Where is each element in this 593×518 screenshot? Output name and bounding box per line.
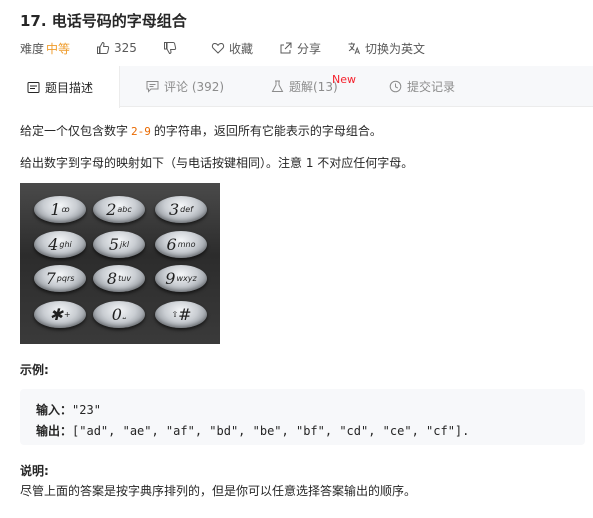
key-letters: mno xyxy=(177,240,196,249)
favorite-label: 收藏 xyxy=(228,41,253,56)
tab-solutions[interactable]: 题解(13) xyxy=(271,66,338,107)
key-letters: pqrs xyxy=(56,274,75,283)
key-digit: 8 xyxy=(106,269,118,288)
difficulty-label: 难度 xyxy=(20,41,45,56)
comment-icon xyxy=(146,81,159,93)
difficulty-value: 中等 xyxy=(46,41,71,56)
keypad-key: 9 wxyz xyxy=(155,265,207,292)
tab-description[interactable]: 题目描述 xyxy=(0,66,120,108)
keypad-key: 0 ⎵ xyxy=(93,301,145,328)
key-letters: ꝏ xyxy=(61,205,70,214)
example-output-line: 输出：["ad", "ae", "af", "bd", "be", "bf", … xyxy=(36,422,469,439)
key-digit: 1 xyxy=(50,200,61,219)
inline-code: 2-9 xyxy=(131,125,151,138)
description-text: 的字符串，返回所有它能表示的字母组合。 xyxy=(153,124,382,138)
key-digit: 6 xyxy=(166,235,177,254)
keypad-key: 3 def xyxy=(155,196,207,223)
switch-language-label: 切换为英文 xyxy=(364,41,425,56)
keypad-key: 1ꝏ xyxy=(34,196,86,223)
thumbs-up-icon xyxy=(97,41,110,54)
description-icon xyxy=(27,81,40,93)
input-label: 输入： xyxy=(36,403,73,417)
example-heading: 示例: xyxy=(20,363,49,377)
problem-header: 17. 电话号码的字母组合 难度 中等 325 收藏 分享 切换为英文 xyxy=(0,0,593,66)
input-value: "23" xyxy=(72,403,101,417)
description-text: 给定一个仅包含数字 xyxy=(20,124,129,138)
like-button[interactable]: 325 xyxy=(96,41,137,55)
key-digit: 4 xyxy=(48,235,59,254)
tab-label: 提交记录 xyxy=(407,80,456,94)
key-digit: 5 xyxy=(108,235,120,254)
keypad-key: 2 abc xyxy=(93,196,145,223)
tab-bar: 题目描述 评论 (392) 题解(13) 提交记录 xyxy=(0,66,593,108)
keypad-key: 4 ghi xyxy=(34,231,86,258)
key-letters: abc xyxy=(117,205,132,214)
tab-label: 评论 (392) xyxy=(164,80,225,94)
problem-title: 17. 电话号码的字母组合 xyxy=(20,12,187,30)
new-badge: New xyxy=(332,73,356,86)
key-digit: 0 xyxy=(111,305,122,324)
tab-comments[interactable]: 评论 (392) xyxy=(146,66,224,107)
share-button[interactable]: 分享 xyxy=(279,40,321,57)
keypad-key: ✱ + xyxy=(34,301,86,328)
like-count: 325 xyxy=(114,41,137,55)
key-letters: jkl xyxy=(120,240,130,249)
problem-meta-bar: 难度 中等 325 收藏 分享 切换为英文 xyxy=(20,40,425,56)
key-letters: wxyz xyxy=(176,274,197,283)
flask-icon xyxy=(271,80,284,92)
favorite-button[interactable]: 收藏 xyxy=(211,40,253,57)
output-label: 输出： xyxy=(36,424,73,438)
key-digit: 7 xyxy=(45,269,56,288)
key-letters: def xyxy=(180,205,193,214)
description-paragraph-2: 给出数字到字母的映射如下（与电话按键相同）。注意 1 不对应任何字母。 xyxy=(20,156,414,170)
description-paragraph-1: 给定一个仅包含数字 2-9 的字符串，返回所有它能表示的字母组合。 xyxy=(20,122,382,139)
heart-icon xyxy=(211,42,225,54)
key-letters: + xyxy=(63,310,71,319)
tab-submissions[interactable]: 提交记录 xyxy=(389,66,455,107)
keypad-key: 6 mno xyxy=(155,231,207,258)
keypad-key: 7 pqrs xyxy=(34,265,86,292)
key-digit: # xyxy=(178,305,192,324)
note-text: 尽管上面的答案是按字典序排列的，但是你可以任意选择答案输出的顺序。 xyxy=(20,484,417,498)
thumbs-down-icon xyxy=(163,42,177,55)
key-digit: 3 xyxy=(168,200,180,219)
example-input-line: 输入："23" xyxy=(36,401,101,418)
keypad-key: 5 jkl xyxy=(93,231,145,258)
key-digit: 9 xyxy=(165,269,176,288)
key-digit: 2 xyxy=(106,200,117,219)
key-letters: tuv xyxy=(118,274,132,283)
key-letters: ⇧ xyxy=(171,310,179,319)
key-letters: ⎵ xyxy=(122,309,127,319)
phone-keypad-image: 1ꝏ 2 abc 3 def 4 ghi 5 jkl 6 mno 7 pqrs 8 tuv 9… xyxy=(20,183,220,344)
tab-label: 题目描述 xyxy=(45,80,94,95)
key-digit: ✱ xyxy=(49,305,63,324)
example-code-block: 输入："23" 输出：["ad", "ae", "af", "bd", "be"… xyxy=(20,389,585,445)
keypad-key: ⇧ # xyxy=(155,301,207,328)
keypad-key: 8 tuv xyxy=(93,265,145,292)
tab-label: 题解(13) xyxy=(289,80,338,94)
clock-icon xyxy=(389,80,402,93)
switch-language-button[interactable]: 切换为英文 xyxy=(347,40,425,57)
share-icon xyxy=(280,42,292,54)
key-letters: ghi xyxy=(59,240,72,249)
dislike-button[interactable] xyxy=(163,41,181,55)
share-label: 分享 xyxy=(296,41,321,56)
output-value: ["ad", "ae", "af", "bd", "be", "bf", "cd… xyxy=(72,424,470,438)
translate-icon xyxy=(348,42,360,55)
note-heading: 说明: xyxy=(20,464,49,478)
